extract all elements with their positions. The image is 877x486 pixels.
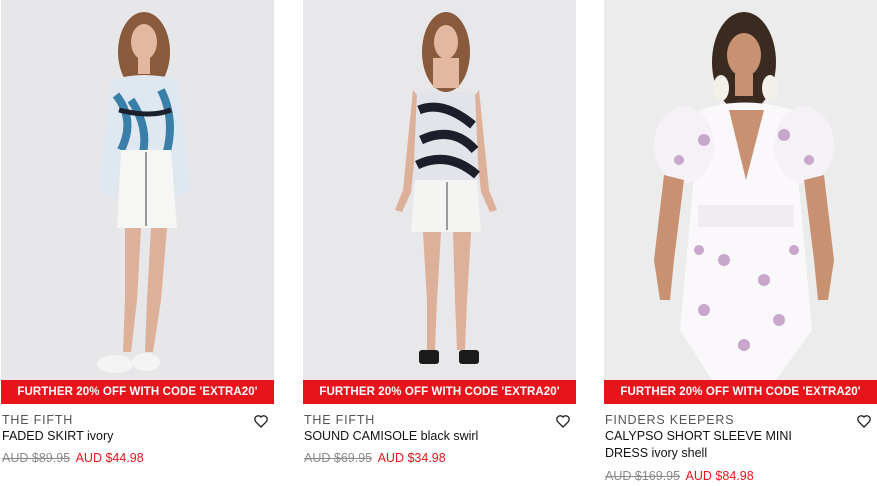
product-name[interactable]: CALYPSO SHORT SLEEVE MINI DRESS ivory sh… — [605, 428, 820, 462]
original-price: AUD $69.95 — [304, 451, 373, 465]
product-prices: AUD $69.95 AUD $34.98 — [304, 451, 446, 465]
product-brand[interactable]: THE FIFTH — [304, 413, 375, 427]
product-image[interactable] — [303, 0, 576, 404]
product-card[interactable]: FURTHER 20% OFF WITH CODE 'EXTRA20' FIND… — [604, 0, 877, 486]
product-image[interactable] — [604, 0, 877, 404]
product-name[interactable]: SOUND CAMISOLE black swirl — [304, 428, 519, 445]
product-prices: AUD $169.95 AUD $84.98 — [605, 469, 754, 483]
product-brand[interactable]: FINDERS KEEPERS — [605, 413, 734, 427]
product-brand[interactable]: THE FIFTH — [2, 413, 73, 427]
heart-icon[interactable] — [856, 413, 872, 429]
heart-icon[interactable] — [555, 413, 571, 429]
original-price: AUD $89.95 — [2, 451, 71, 465]
promo-banner: FURTHER 20% OFF WITH CODE 'EXTRA20' — [303, 380, 576, 404]
product-grid: FURTHER 20% OFF WITH CODE 'EXTRA20' THE … — [0, 0, 877, 486]
heart-icon[interactable] — [253, 413, 269, 429]
sale-price: AUD $84.98 — [685, 469, 754, 483]
promo-banner: FURTHER 20% OFF WITH CODE 'EXTRA20' — [604, 380, 877, 404]
sale-price: AUD $44.98 — [75, 451, 144, 465]
product-card[interactable]: FURTHER 20% OFF WITH CODE 'EXTRA20' THE … — [1, 0, 274, 486]
promo-banner: FURTHER 20% OFF WITH CODE 'EXTRA20' — [1, 380, 274, 404]
original-price: AUD $169.95 — [605, 469, 681, 483]
product-image[interactable] — [1, 0, 274, 404]
sale-price: AUD $34.98 — [377, 451, 446, 465]
product-prices: AUD $89.95 AUD $44.98 — [2, 451, 144, 465]
product-card[interactable]: FURTHER 20% OFF WITH CODE 'EXTRA20' THE … — [303, 0, 576, 486]
product-name[interactable]: FADED SKIRT ivory — [2, 428, 217, 445]
